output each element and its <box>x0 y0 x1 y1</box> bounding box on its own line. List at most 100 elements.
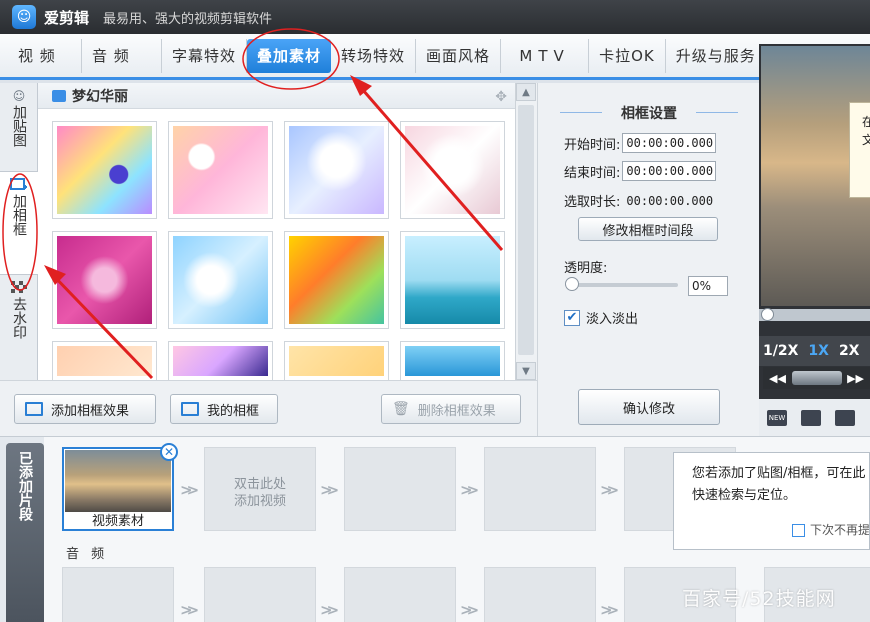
next-arrow-icon: >> <box>320 601 339 619</box>
empty-clip-slot[interactable] <box>484 447 596 531</box>
tab-subtitle-effects[interactable]: 字幕特效 <box>162 38 248 73</box>
side-tab-remove-watermark[interactable]: 去水印 <box>0 275 38 365</box>
start-time-label: 开始时间: <box>564 137 621 153</box>
hint-line-2: 快速检索与定位。 <box>692 488 797 503</box>
frame-thumbnail[interactable] <box>400 341 505 381</box>
opacity-label: 透明度: <box>564 261 608 276</box>
move-icon[interactable]: ✥ <box>495 89 507 105</box>
gallery-category-header[interactable]: 梦幻华丽 <box>38 83 515 109</box>
tab-mtv[interactable]: MTV <box>501 38 590 73</box>
preview-toolbar: NEW <box>759 399 870 436</box>
tab-overlay-material[interactable]: 叠加素材 <box>247 38 332 73</box>
delete-frame-effect-button[interactable]: 🗑 删除相框效果 <box>381 394 521 424</box>
next-arrow-icon: >> <box>460 481 479 499</box>
side-tab-label: 去水印 <box>11 297 27 339</box>
scroll-up-icon[interactable]: ▲ <box>516 83 536 101</box>
duration-value: 00:00:00.000 <box>626 193 714 208</box>
app-title: 爱剪辑 <box>44 8 90 27</box>
gallery-scrollbar[interactable]: ▲ ▼ <box>515 83 537 380</box>
preview-tooltip: 在文 <box>849 102 870 198</box>
open-folder-icon[interactable] <box>801 409 821 426</box>
opacity-slider-track[interactable] <box>568 283 678 287</box>
hint-line-1: 您若添加了贴图/相框，可在此 <box>692 466 866 481</box>
audio-slot[interactable] <box>484 567 596 622</box>
fast-forward-icon[interactable]: ▶▶ <box>847 372 864 385</box>
image-icon <box>52 89 66 102</box>
frame-thumbnail[interactable] <box>52 121 157 219</box>
end-time-label: 结束时间: <box>564 165 621 181</box>
dont-show-checkbox[interactable] <box>792 523 805 537</box>
tab-transition-effects[interactable]: 转场特效 <box>331 38 417 73</box>
frame-thumbnail[interactable] <box>52 231 157 329</box>
start-time-input[interactable]: 00:00:00.000 <box>622 133 717 153</box>
frame-thumbnail[interactable] <box>284 341 389 381</box>
frame-thumbnail[interactable] <box>284 231 389 329</box>
duration-label: 选取时长: <box>564 195 621 210</box>
next-arrow-icon: >> <box>180 601 199 619</box>
frame-gallery: 梦幻华丽 ✥ <box>38 83 515 381</box>
side-tab-add-sticker[interactable]: ☺ 加贴图 <box>0 83 38 171</box>
frame-settings-panel: 相框设置 开始时间: 00:00:00.000 结束时间: 00:00:00.0… <box>537 83 759 436</box>
side-tab-label: 加相框 <box>11 194 27 236</box>
playback-speed-bar: 1/2X 1X 2X <box>759 336 870 366</box>
frame-thumbnail[interactable] <box>400 121 505 219</box>
tab-audio[interactable]: 音 频 <box>82 38 162 73</box>
tab-video[interactable]: 视 频 <box>8 38 82 73</box>
added-clips-tab[interactable]: 已添加片段 <box>6 443 44 622</box>
next-arrow-icon: >> <box>600 481 619 499</box>
gallery-action-bar: 添加相框效果 我的相框 🗑 删除相框效果 <box>0 380 537 436</box>
empty-clip-slot[interactable] <box>344 447 456 531</box>
dont-show-again-option[interactable]: 下次不再提示 <box>792 519 870 541</box>
dont-show-label: 下次不再提示 <box>810 523 870 537</box>
duration-row: 选取时长: 00:00:00.000 <box>564 191 714 211</box>
save-icon[interactable] <box>835 409 855 426</box>
app-logo-icon: ☺ <box>12 5 36 29</box>
frame-thumbnail[interactable] <box>168 121 273 219</box>
audio-slot[interactable] <box>344 567 456 622</box>
add-frame-effect-button[interactable]: 添加相框效果 <box>14 394 156 424</box>
speed-2x[interactable]: 2X <box>839 343 860 359</box>
fade-in-out-option[interactable]: ✔ 淡入淡出 <box>564 308 638 327</box>
frame-thumbnail[interactable] <box>168 231 273 329</box>
tab-picture-style[interactable]: 画面风格 <box>416 38 502 73</box>
frame-thumbnail[interactable] <box>400 231 505 329</box>
end-time-input[interactable]: 00:00:00.000 <box>622 161 717 181</box>
jog-wheel[interactable] <box>791 371 842 385</box>
my-frames-button[interactable]: 我的相框 <box>170 394 278 424</box>
audio-slot[interactable] <box>204 567 316 622</box>
hint-popup: 您若添加了贴图/相框，可在此 快速检索与定位。 下次不再提示 <box>673 452 870 550</box>
new-project-icon[interactable]: NEW <box>767 409 787 426</box>
tab-upgrade-service[interactable]: 升级与服务 <box>666 39 766 73</box>
frame-add-icon <box>25 402 43 416</box>
preview-seek-knob[interactable] <box>761 308 774 321</box>
side-tab-add-frame[interactable]: 加相框 <box>0 171 38 275</box>
title-bar: ☺ 爱剪辑 最易用、强大的视频剪辑软件 <box>0 0 870 34</box>
opacity-slider-knob[interactable] <box>565 277 579 291</box>
video-clip[interactable]: 视频素材 <box>62 447 174 531</box>
opacity-value-input[interactable]: 0% <box>688 276 728 296</box>
frame-thumbnail[interactable] <box>52 341 157 381</box>
frame-thumbnail[interactable] <box>284 121 389 219</box>
my-frames-label: 我的相框 <box>207 403 260 419</box>
frame-thumbnail[interactable] <box>168 341 273 381</box>
fade-label: 淡入淡出 <box>586 312 639 327</box>
scroll-down-icon[interactable]: ▼ <box>516 362 536 380</box>
scrollbar-thumb[interactable] <box>518 105 534 355</box>
tab-karaoke[interactable]: 卡拉OK <box>589 38 666 73</box>
audio-slot[interactable] <box>62 567 174 622</box>
remove-clip-icon[interactable]: ✕ <box>160 443 178 461</box>
trash-icon: 🗑 <box>392 401 410 417</box>
add-video-placeholder: 双击此处 添加视频 <box>233 477 286 509</box>
video-preview-panel: 在文 1/2X 1X 2X ◀◀ ▶▶ NEW <box>759 44 870 436</box>
fade-checkbox[interactable]: ✔ <box>564 309 580 326</box>
rewind-icon[interactable]: ◀◀ <box>769 372 786 385</box>
frame-add-icon <box>10 178 28 192</box>
gallery-category-name: 梦幻华丽 <box>72 88 128 105</box>
empty-clip-slot[interactable]: 双击此处 添加视频 <box>204 447 316 531</box>
confirm-modify-button[interactable]: 确认修改 <box>578 389 720 425</box>
modify-frame-range-button[interactable]: 修改相框时间段 <box>578 217 718 241</box>
preview-seek-bar[interactable] <box>759 309 870 321</box>
next-arrow-icon: >> <box>180 481 199 499</box>
speed-half[interactable]: 1/2X <box>763 343 798 359</box>
speed-1x[interactable]: 1X <box>808 343 829 359</box>
